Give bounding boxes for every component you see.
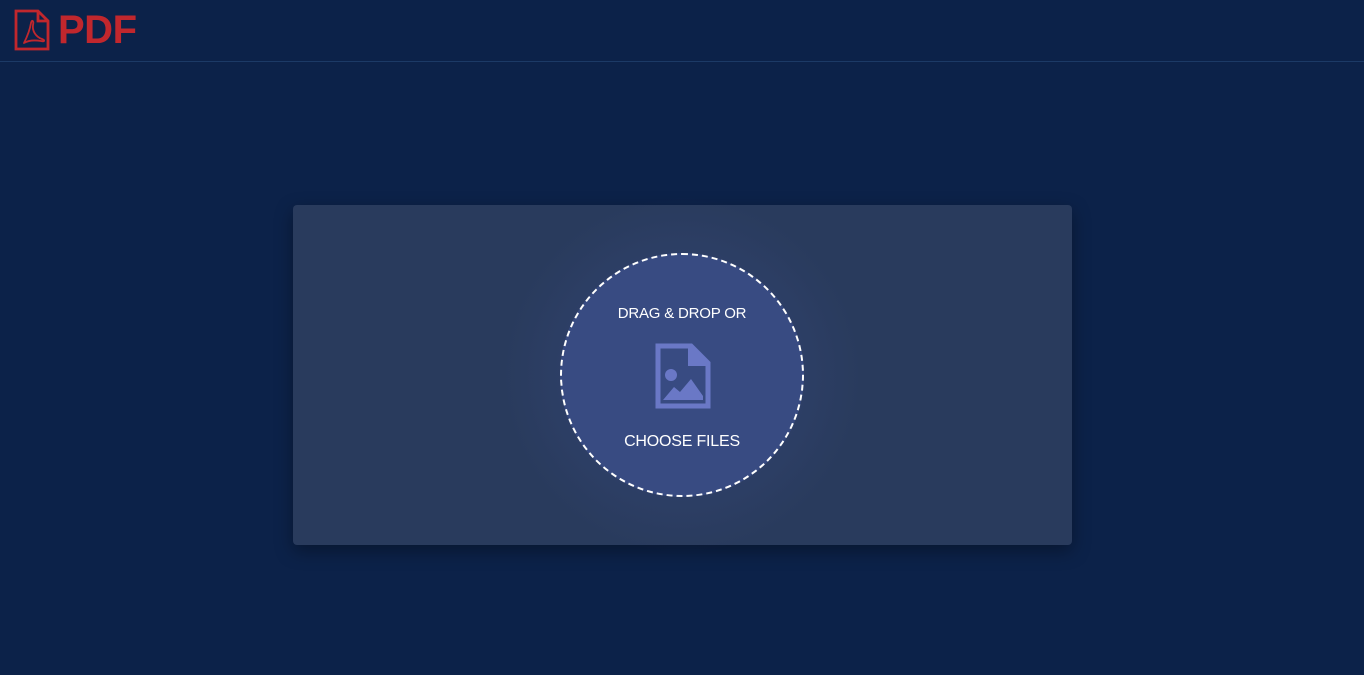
header: PDF: [0, 0, 1364, 62]
logo-text: PDF: [58, 8, 137, 52]
file-drop-zone[interactable]: DRAG & DROP OR CHOOSE FILES: [560, 253, 804, 497]
image-file-icon: [655, 343, 711, 409]
choose-files-button[interactable]: CHOOSE FILES: [562, 433, 802, 451]
upload-panel[interactable]: DRAG & DROP OR CHOOSE FILES: [293, 195, 1072, 555]
logo-link[interactable]: PDF: [14, 9, 137, 51]
drag-drop-label: DRAG & DROP OR: [617, 305, 747, 322]
pdf-document-icon: [14, 9, 50, 51]
